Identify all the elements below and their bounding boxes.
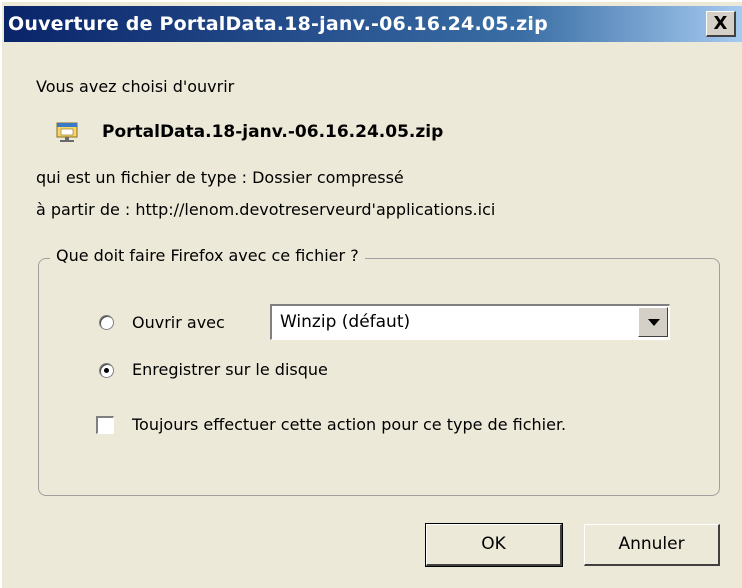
window-title: Ouverture de PortalData.18-janv.-06.16.2…: [8, 13, 548, 35]
open-with-label[interactable]: Ouvrir avec: [132, 313, 225, 332]
close-button[interactable]: X: [706, 11, 736, 37]
cancel-button[interactable]: Annuler: [584, 524, 720, 566]
open-with-radio[interactable]: [99, 315, 114, 330]
intro-text: Vous avez choisi d'ouvrir: [36, 77, 235, 96]
download-dialog: Ouverture de PortalData.18-janv.-06.16.2…: [0, 0, 742, 588]
save-to-disk-radio[interactable]: [99, 363, 114, 378]
ok-button[interactable]: OK: [425, 523, 563, 567]
application-select[interactable]: Winzip (défaut): [270, 304, 670, 340]
file-type-text: qui est un fichier de type : Dossier com…: [36, 168, 404, 187]
radio-selected-dot: [104, 368, 109, 373]
application-select-value: Winzip (défaut): [280, 312, 411, 332]
title-bar[interactable]: Ouverture de PortalData.18-janv.-06.16.2…: [4, 6, 742, 42]
zip-file-icon: [56, 122, 78, 142]
source-text: à partir de : http://lenom.devotreserveu…: [36, 200, 496, 219]
save-to-disk-label[interactable]: Enregistrer sur le disque: [132, 360, 328, 379]
always-do-checkbox[interactable]: [96, 416, 114, 434]
chevron-down-icon[interactable]: [638, 307, 668, 337]
close-icon: X: [713, 13, 728, 34]
group-legend: Que doit faire Firefox avec ce fichier ?: [50, 246, 365, 265]
always-do-label[interactable]: Toujours effectuer cette action pour ce …: [132, 415, 566, 434]
file-name: PortalData.18-janv.-06.16.24.05.zip: [102, 122, 444, 142]
